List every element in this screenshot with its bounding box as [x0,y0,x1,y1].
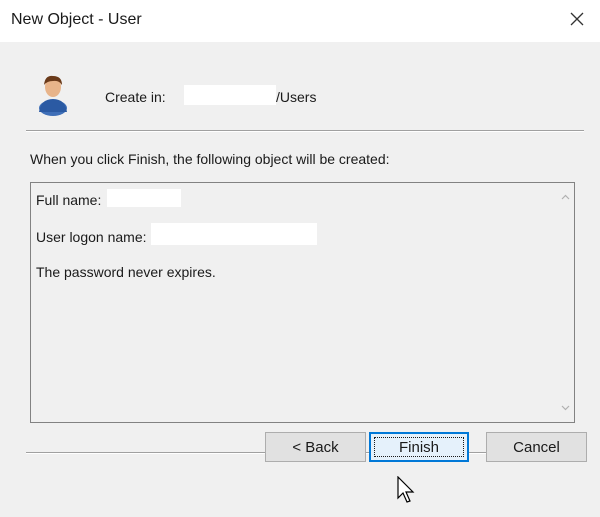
mouse-cursor-icon [397,476,415,503]
vertical-scrollbar[interactable] [557,183,574,422]
redacted-logon-name [151,223,317,245]
close-button[interactable] [554,0,600,38]
user-icon [39,75,67,116]
window-title: New Object - User [11,11,142,28]
redacted-container-name [184,85,276,105]
logon-name-label: User logon name: [36,229,147,245]
create-in-path: /Users [276,89,317,105]
scroll-down-icon[interactable] [561,403,570,412]
cancel-button[interactable]: Cancel [486,432,587,462]
summary-intro: When you click Finish, the following obj… [30,151,390,167]
redacted-full-name [107,189,181,207]
summary-box[interactable]: Full name: User logon name: The password… [30,182,575,423]
separator [26,130,584,132]
finish-button[interactable]: Finish [369,432,469,462]
close-icon [570,12,584,26]
password-note: The password never expires. [36,264,216,280]
create-in-label: Create in: [105,89,166,105]
back-button[interactable]: < Back [265,432,366,462]
title-bar: New Object - User [0,0,600,42]
focus-rectangle [374,437,464,457]
scroll-up-icon[interactable] [561,193,570,202]
full-name-label: Full name: [36,192,102,208]
